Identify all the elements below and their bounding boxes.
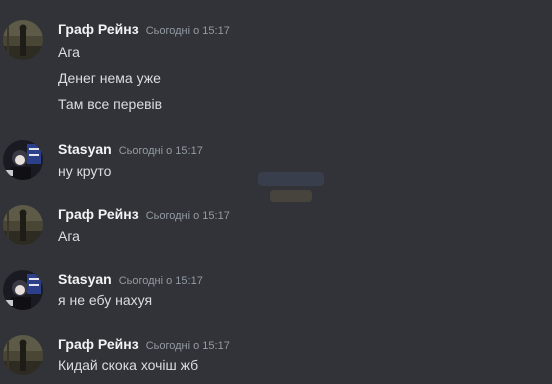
message-header: Граф Рейнз Сьогодні о 15:17 (58, 21, 230, 39)
message-line: Там все перевів (58, 96, 163, 112)
message-line: Ага (58, 44, 80, 60)
message-line: я не ебу нахуя (58, 292, 153, 308)
timestamp[interactable]: Сьогодні о 15:17 (146, 210, 230, 222)
message-line: Кидай скока хочіш жб (58, 357, 199, 373)
message-header: Граф Рейнз Сьогодні о 15:17 (58, 206, 230, 224)
avatar[interactable] (3, 20, 43, 60)
dark-outdoor-figure-avatar-icon (3, 335, 43, 375)
timestamp[interactable]: Сьогодні о 15:17 (119, 145, 203, 157)
message-line: Ага (58, 228, 80, 244)
message-line: ну круто (58, 163, 112, 179)
dark-outdoor-figure-avatar-icon (3, 205, 43, 245)
message-line: Денег нема уже (58, 70, 161, 86)
author-name[interactable]: Граф Рейнз (58, 206, 139, 222)
author-name[interactable]: Stasyan (58, 141, 112, 157)
avatar[interactable] (3, 140, 43, 180)
message-header: Граф Рейнз Сьогодні о 15:17 (58, 336, 230, 354)
timestamp[interactable]: Сьогодні о 15:17 (146, 340, 230, 352)
dark-outdoor-figure-avatar-icon (3, 20, 43, 60)
message-header: Stasyan Сьогодні о 15:17 (58, 141, 203, 159)
author-name[interactable]: Stasyan (58, 271, 112, 287)
author-name[interactable]: Граф Рейнз (58, 21, 139, 37)
author-name[interactable]: Граф Рейнз (58, 336, 139, 352)
watermark-logo (256, 168, 326, 213)
chat-message-list: Граф Рейнз Сьогодні о 15:17 Ага Денег нем… (0, 0, 552, 384)
person-with-flag-avatar-icon (3, 270, 43, 310)
timestamp[interactable]: Сьогодні о 15:17 (119, 275, 203, 287)
avatar[interactable] (3, 270, 43, 310)
timestamp[interactable]: Сьогодні о 15:17 (146, 25, 230, 37)
avatar[interactable] (3, 205, 43, 245)
avatar[interactable] (3, 335, 43, 375)
message-header: Stasyan Сьогодні о 15:17 (58, 271, 203, 289)
person-with-flag-avatar-icon (3, 140, 43, 180)
